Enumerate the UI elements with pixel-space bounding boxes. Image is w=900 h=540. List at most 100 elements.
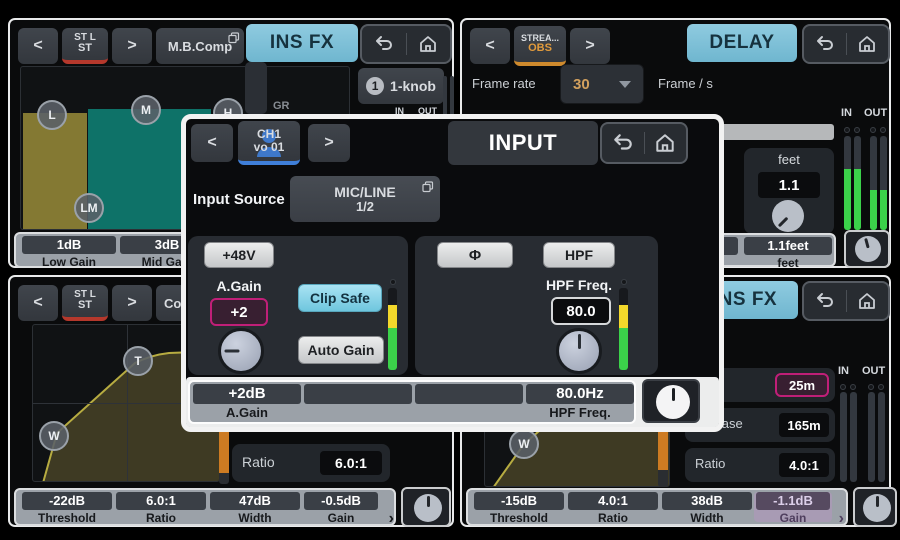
home-icon [654, 133, 676, 153]
next-channel-button[interactable]: > [570, 28, 610, 64]
param-gain-selected[interactable]: -1.1dB Gain › [754, 492, 832, 522]
param-width[interactable]: 47dB Width [210, 492, 300, 522]
channel-select-button[interactable]: ST L ST [62, 285, 108, 321]
param-value: -15dB [474, 492, 564, 510]
auto-gain-button[interactable]: Auto Gain [298, 336, 384, 364]
next-channel-button[interactable]: > [308, 124, 350, 162]
home-button[interactable] [847, 26, 889, 62]
channel-select-button[interactable]: STREA... OBS [514, 26, 566, 66]
param-again[interactable]: +2dB A.Gain [193, 384, 301, 420]
one-knob-label: 1-knob [390, 78, 436, 94]
undo-button[interactable] [804, 26, 846, 62]
channel-name2: ST [78, 300, 92, 312]
home-button[interactable] [407, 26, 451, 62]
param-threshold[interactable]: -15dB Threshold [474, 492, 564, 522]
next-channel-button[interactable]: > [112, 28, 152, 64]
undo-button[interactable] [362, 26, 406, 62]
touch-knob[interactable] [656, 385, 690, 419]
param-ratio[interactable]: 6.0:1 Ratio [116, 492, 206, 522]
undo-icon [612, 133, 634, 153]
width-handle[interactable]: W [39, 421, 69, 451]
param-value: 38dB [662, 492, 752, 510]
prev-channel-button[interactable]: < [18, 28, 58, 64]
param-gain[interactable]: -0.5dB Gain › [304, 492, 378, 522]
clip-indicator [621, 279, 627, 285]
ratio-row[interactable]: Ratio 6.0:1 [232, 444, 390, 482]
param-hpf-freq[interactable]: 80.0Hz HPF Freq. [526, 384, 634, 420]
threshold-handle[interactable]: T [123, 346, 153, 376]
touch-knob[interactable] [855, 236, 881, 262]
param-ratio[interactable]: 4.0:1 Ratio [568, 492, 658, 522]
hpf-button[interactable]: HPF [543, 242, 615, 268]
more-params-chevron[interactable]: › [839, 512, 844, 526]
undo-button[interactable] [602, 124, 644, 162]
param-2[interactable] [304, 384, 412, 420]
again-knob[interactable] [218, 328, 264, 374]
touch-knob-box [642, 379, 700, 423]
fader-ghost[interactable] [245, 62, 267, 114]
frame-rate-label: Frame rate [472, 76, 536, 91]
param-bar: +2dB A.Gain 80.0Hz HPF Freq. [188, 380, 636, 424]
in-meter-l [844, 136, 851, 230]
param-width[interactable]: 38dB Width [662, 492, 752, 522]
clip-indicator [840, 384, 846, 390]
clip-indicator [880, 127, 886, 133]
home-button[interactable] [645, 124, 687, 162]
param-3[interactable] [415, 384, 523, 420]
touch-knob[interactable] [863, 494, 891, 522]
channel-name2: vo 01 [254, 141, 285, 154]
effect-type-button[interactable]: M.B.Comp [156, 28, 244, 64]
again-value[interactable]: +2 [210, 298, 268, 326]
touch-knob[interactable] [414, 494, 442, 522]
feet-value[interactable]: 1.1 [758, 172, 820, 198]
prev-channel-button[interactable]: < [18, 285, 58, 321]
param-low-gain[interactable]: 1dB Low Gain [22, 236, 116, 264]
in-meter-label: IN [838, 365, 849, 377]
one-knob-button[interactable]: 1 1-knob [358, 68, 444, 104]
param-value: +2dB [193, 384, 301, 404]
param-value: -0.5dB [304, 492, 378, 510]
low-mid-crossover-handle[interactable]: LM [74, 193, 104, 223]
one-knob-badge: 1 [366, 77, 384, 95]
out-meter-r [878, 392, 885, 482]
next-channel-button[interactable]: > [112, 285, 152, 321]
clip-indicator [390, 279, 396, 285]
channel-select-button[interactable]: CH1 vo 01 [238, 121, 300, 165]
param-value: 1.1feet [744, 237, 832, 255]
ratio-row[interactable]: Ratio 4.0:1 [685, 448, 835, 482]
channel-select-button[interactable]: ST L ST [62, 28, 108, 64]
more-params-chevron[interactable]: › [389, 512, 394, 526]
phase-button[interactable]: Φ [437, 242, 513, 268]
row-label: Ratio [695, 456, 725, 471]
low-band-handle[interactable]: L [37, 100, 67, 130]
dialog-title: INPUT [448, 121, 598, 165]
mid-band-handle[interactable]: M [131, 95, 161, 125]
again-label: A.Gain [204, 278, 274, 294]
feet-knob[interactable] [772, 200, 804, 232]
hpf-freq-knob[interactable] [556, 328, 602, 374]
attack-value: 25m [775, 373, 829, 397]
delay-feet-module: feet 1.1 [744, 148, 834, 234]
input-source-button[interactable]: MIC/LINE 1/2 [290, 176, 440, 222]
home-button[interactable] [847, 283, 889, 319]
frame-rate-dropdown[interactable]: 30 [560, 64, 644, 104]
hpf-freq-value[interactable]: 80.0 [551, 297, 611, 325]
param-bar: -15dB Threshold 4.0:1 Ratio 38dB Width -… [466, 488, 848, 526]
param-value: -1.1dB [756, 492, 830, 510]
param-value [304, 384, 412, 404]
prev-channel-button[interactable]: < [191, 124, 233, 162]
param-delay-feet[interactable]: 1.1feet feet [744, 237, 832, 263]
undo-button[interactable] [804, 283, 846, 319]
param-threshold[interactable]: -22dB Threshold [22, 492, 112, 522]
phantom-power-button[interactable]: +48V [204, 242, 274, 268]
nav-group [802, 24, 890, 64]
clip-safe-button[interactable]: Clip Safe [298, 284, 382, 312]
param-value: 47dB [210, 492, 300, 510]
ratio-value: 6.0:1 [320, 451, 382, 475]
clip-indicator [844, 127, 850, 133]
out-meter-label: OUT [864, 107, 887, 119]
width-handle[interactable]: W [509, 429, 539, 459]
input-source-label: Input Source [193, 191, 285, 208]
out-meter-r [880, 136, 887, 230]
prev-channel-button[interactable]: < [470, 28, 510, 64]
